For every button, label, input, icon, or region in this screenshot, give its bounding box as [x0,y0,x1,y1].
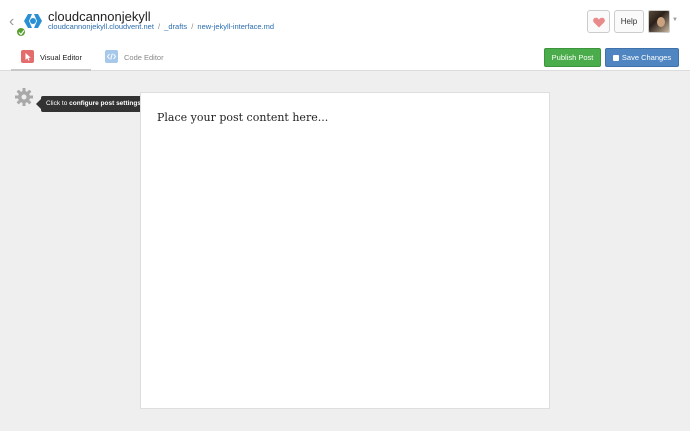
breadcrumb-separator: / [158,22,161,31]
breadcrumb: cloudcannonjekyll.cloudvent.net / _draft… [48,22,274,31]
save-icon [612,54,619,61]
tab-code-editor[interactable]: Code Editor [102,45,172,71]
love-button[interactable] [587,10,610,33]
tooltip-action: configure post settings [69,100,141,107]
top-bar: ‹ cloudcannonjekyll cloudcannonjekyll.cl… [0,0,690,71]
help-button[interactable]: Help [614,10,644,33]
code-icon [105,50,118,63]
publish-post-button[interactable]: Publish Post [544,48,601,67]
settings-tooltip: Click to configure post settings [36,96,154,112]
tooltip-prefix: Click to [46,100,68,107]
cursor-icon [21,50,34,63]
save-changes-button[interactable]: Save Changes [605,48,679,67]
tab-label: Code Editor [124,53,164,62]
gear-icon[interactable] [14,87,34,107]
breadcrumb-separator: / [191,22,194,31]
verified-check-icon [16,27,26,37]
breadcrumb-file[interactable]: new-jekyll-interface.md [197,22,274,31]
tab-visual-editor[interactable]: Visual Editor [11,45,91,71]
tab-label: Visual Editor [40,53,82,62]
editor-placeholder: Place your post content here... [157,111,329,124]
breadcrumb-folder[interactable]: _drafts [164,22,187,31]
avatar[interactable] [648,10,670,33]
chevron-down-icon[interactable]: ▼ [672,17,678,23]
post-editor[interactable]: Place your post content here... [140,92,550,409]
heart-icon [593,17,605,28]
save-label: Save Changes [621,53,672,62]
breadcrumb-domain[interactable]: cloudcannonjekyll.cloudvent.net [48,22,154,31]
